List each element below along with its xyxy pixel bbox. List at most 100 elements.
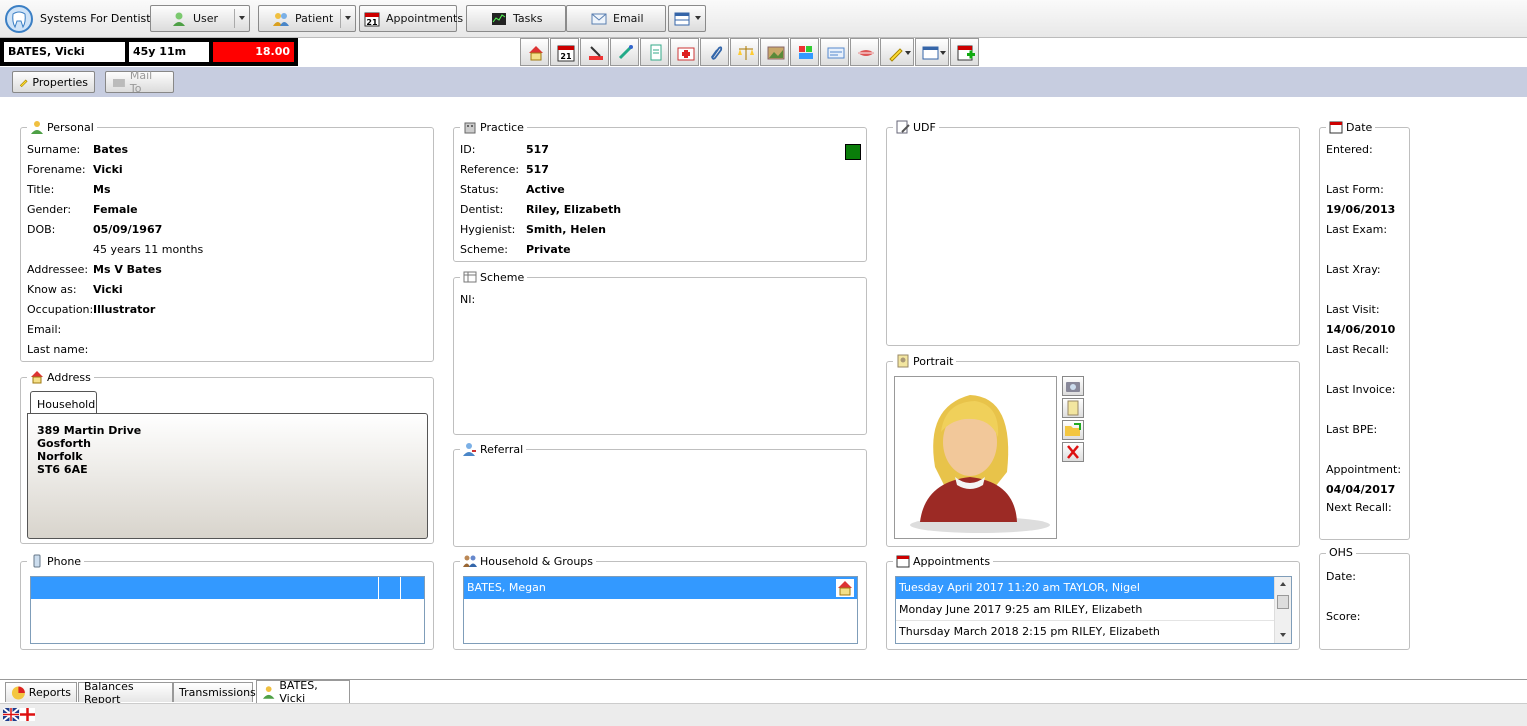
pencil-menu-button[interactable]: [880, 38, 914, 66]
portrait-title: Portrait: [893, 354, 957, 368]
mail-to-button[interactable]: Mail To: [105, 69, 174, 95]
portrait-frame-icon: [897, 354, 909, 368]
table-icon: [463, 271, 477, 283]
person-arrow-icon: [463, 443, 476, 456]
images-button[interactable]: [760, 38, 789, 66]
appointment-row[interactable]: Monday June 2017 9:25 am RILEY, Elizabet…: [896, 599, 1274, 621]
calendar-button[interactable]: 21: [550, 38, 579, 66]
user-menu-button[interactable]: User: [150, 5, 250, 32]
people-icon: [463, 555, 477, 567]
phone-list[interactable]: [30, 576, 425, 644]
tab-transmissions[interactable]: Transmissions: [173, 682, 256, 702]
tasks-button[interactable]: Tasks: [466, 5, 566, 32]
dental-tool-icon: [618, 45, 633, 60]
scheme-group: Scheme NI:: [453, 270, 867, 435]
calendar-icon: 21: [364, 12, 380, 27]
address-group: Address Household 389 Martin Drive Gosfo…: [20, 370, 434, 544]
appointments-group: Appointments Tuesday April 2017 11:20 am…: [886, 554, 1300, 650]
patient-name: BATES, Vicki: [4, 42, 125, 62]
scrollbar-thumb[interactable]: [1277, 595, 1289, 609]
house-icon: [31, 371, 43, 384]
patient-menu-button[interactable]: Patient: [258, 5, 356, 32]
phone-row-selected[interactable]: [31, 577, 424, 599]
appointment-row-selected[interactable]: Tuesday April 2017 11:20 am TAYLOR, Nige…: [896, 577, 1274, 599]
delete-photo-button[interactable]: [1062, 442, 1084, 462]
practice-field-value: Smith, Helen: [526, 223, 606, 236]
household-list[interactable]: BATES, Megan: [463, 576, 858, 644]
tab-balances-report[interactable]: Balances Report: [78, 680, 173, 706]
perio-button[interactable]: [790, 38, 819, 66]
personal-field-label: DOB:: [27, 223, 56, 236]
scheme-title: Scheme: [460, 270, 528, 284]
medical-history-button[interactable]: [670, 38, 699, 66]
date-field-value: 19/06/2013: [1326, 203, 1396, 216]
tab-household[interactable]: Household: [30, 391, 97, 414]
appointments-list[interactable]: Tuesday April 2017 11:20 am TAYLOR, Nige…: [895, 576, 1292, 644]
ohs-score-label: Score:: [1326, 610, 1361, 623]
camera-icon: [1066, 382, 1080, 392]
card-button[interactable]: [820, 38, 849, 66]
capture-photo-button[interactable]: [1062, 376, 1084, 396]
personal-field-label: Title:: [27, 183, 55, 196]
tab-patient-bates-vicki[interactable]: BATES, Vicki: [256, 679, 350, 705]
home-address-button[interactable]: [520, 38, 549, 66]
attachments-button[interactable]: [700, 38, 729, 66]
balance-button[interactable]: [730, 38, 759, 66]
date-field-label: Last Visit:: [1326, 303, 1380, 316]
phone-group: Phone: [20, 554, 434, 650]
personal-field-value: Ms V Bates: [93, 263, 162, 276]
properties-button[interactable]: Properties: [12, 71, 95, 93]
treatment-button[interactable]: [610, 38, 639, 66]
new-appointment-button[interactable]: [950, 38, 979, 66]
date-field-label: Appointment:: [1326, 463, 1402, 476]
tooth-logo-icon: [5, 5, 33, 33]
email-button[interactable]: Email: [566, 5, 666, 32]
notes-button[interactable]: [640, 38, 669, 66]
personal-field-value: 05/09/1967: [93, 223, 163, 236]
svg-text:21: 21: [560, 52, 572, 61]
appointments-title: Appointments: [893, 554, 994, 568]
chart-button[interactable]: [580, 38, 609, 66]
scroll-down-icon[interactable]: [1280, 633, 1286, 637]
window-menu-button[interactable]: [915, 38, 949, 66]
frame-photo-button[interactable]: [1062, 398, 1084, 418]
paperclip-icon: [711, 46, 723, 60]
scales-icon: [738, 46, 754, 60]
app-title: Systems For Dentists: [40, 12, 157, 25]
date-field-label: Last Form:: [1326, 183, 1384, 196]
practice-field-label: Scheme:: [460, 243, 508, 256]
date-field-label: Last BPE:: [1326, 423, 1378, 436]
mouth-button[interactable]: [850, 38, 879, 66]
calendar-icon: [896, 555, 910, 568]
form-edit-icon: [896, 120, 910, 134]
personal-field-value: Ms: [93, 183, 111, 196]
ohs-group: OHS Date: Score:: [1319, 546, 1410, 650]
status-color-indicator: [845, 144, 861, 160]
phone-title: Phone: [27, 554, 85, 568]
open-photo-button[interactable]: [1062, 420, 1084, 440]
language-flags-icon[interactable]: [3, 708, 35, 721]
personal-field-value: 45 years 11 months: [93, 243, 204, 256]
layout-menu-button[interactable]: [668, 5, 706, 32]
appointments-scrollbar[interactable]: [1274, 577, 1291, 643]
practice-title: Practice: [460, 120, 527, 134]
household-group: Household & Groups BATES, Megan: [453, 554, 867, 650]
personal-field-label: Email:: [27, 323, 62, 336]
date-field-label: Last Invoice:: [1326, 383, 1396, 396]
household-row-selected[interactable]: BATES, Megan: [464, 577, 857, 599]
practice-field-label: Status:: [460, 183, 499, 196]
patient-label: Patient: [295, 12, 334, 25]
ohs-date-label: Date:: [1326, 570, 1356, 583]
pen-chart-icon: [589, 46, 603, 60]
calendar-add-icon: [957, 45, 975, 61]
tab-reports[interactable]: Reports: [5, 682, 77, 702]
practice-field-label: ID:: [460, 143, 476, 156]
personal-group: Personal Surname: Bates Forename: Vicki Titl…: [20, 120, 434, 362]
patient-icon: [273, 12, 289, 26]
stacked-blocks-icon: [799, 46, 813, 59]
appointment-row[interactable]: Thursday March 2018 2:15 pm RILEY, Eliza…: [896, 621, 1274, 643]
scroll-up-icon[interactable]: [1280, 582, 1286, 586]
appointments-button[interactable]: 21 Appointments: [359, 5, 463, 32]
patient-age: 45y 11m: [129, 42, 209, 62]
house-icon[interactable]: [836, 579, 854, 597]
